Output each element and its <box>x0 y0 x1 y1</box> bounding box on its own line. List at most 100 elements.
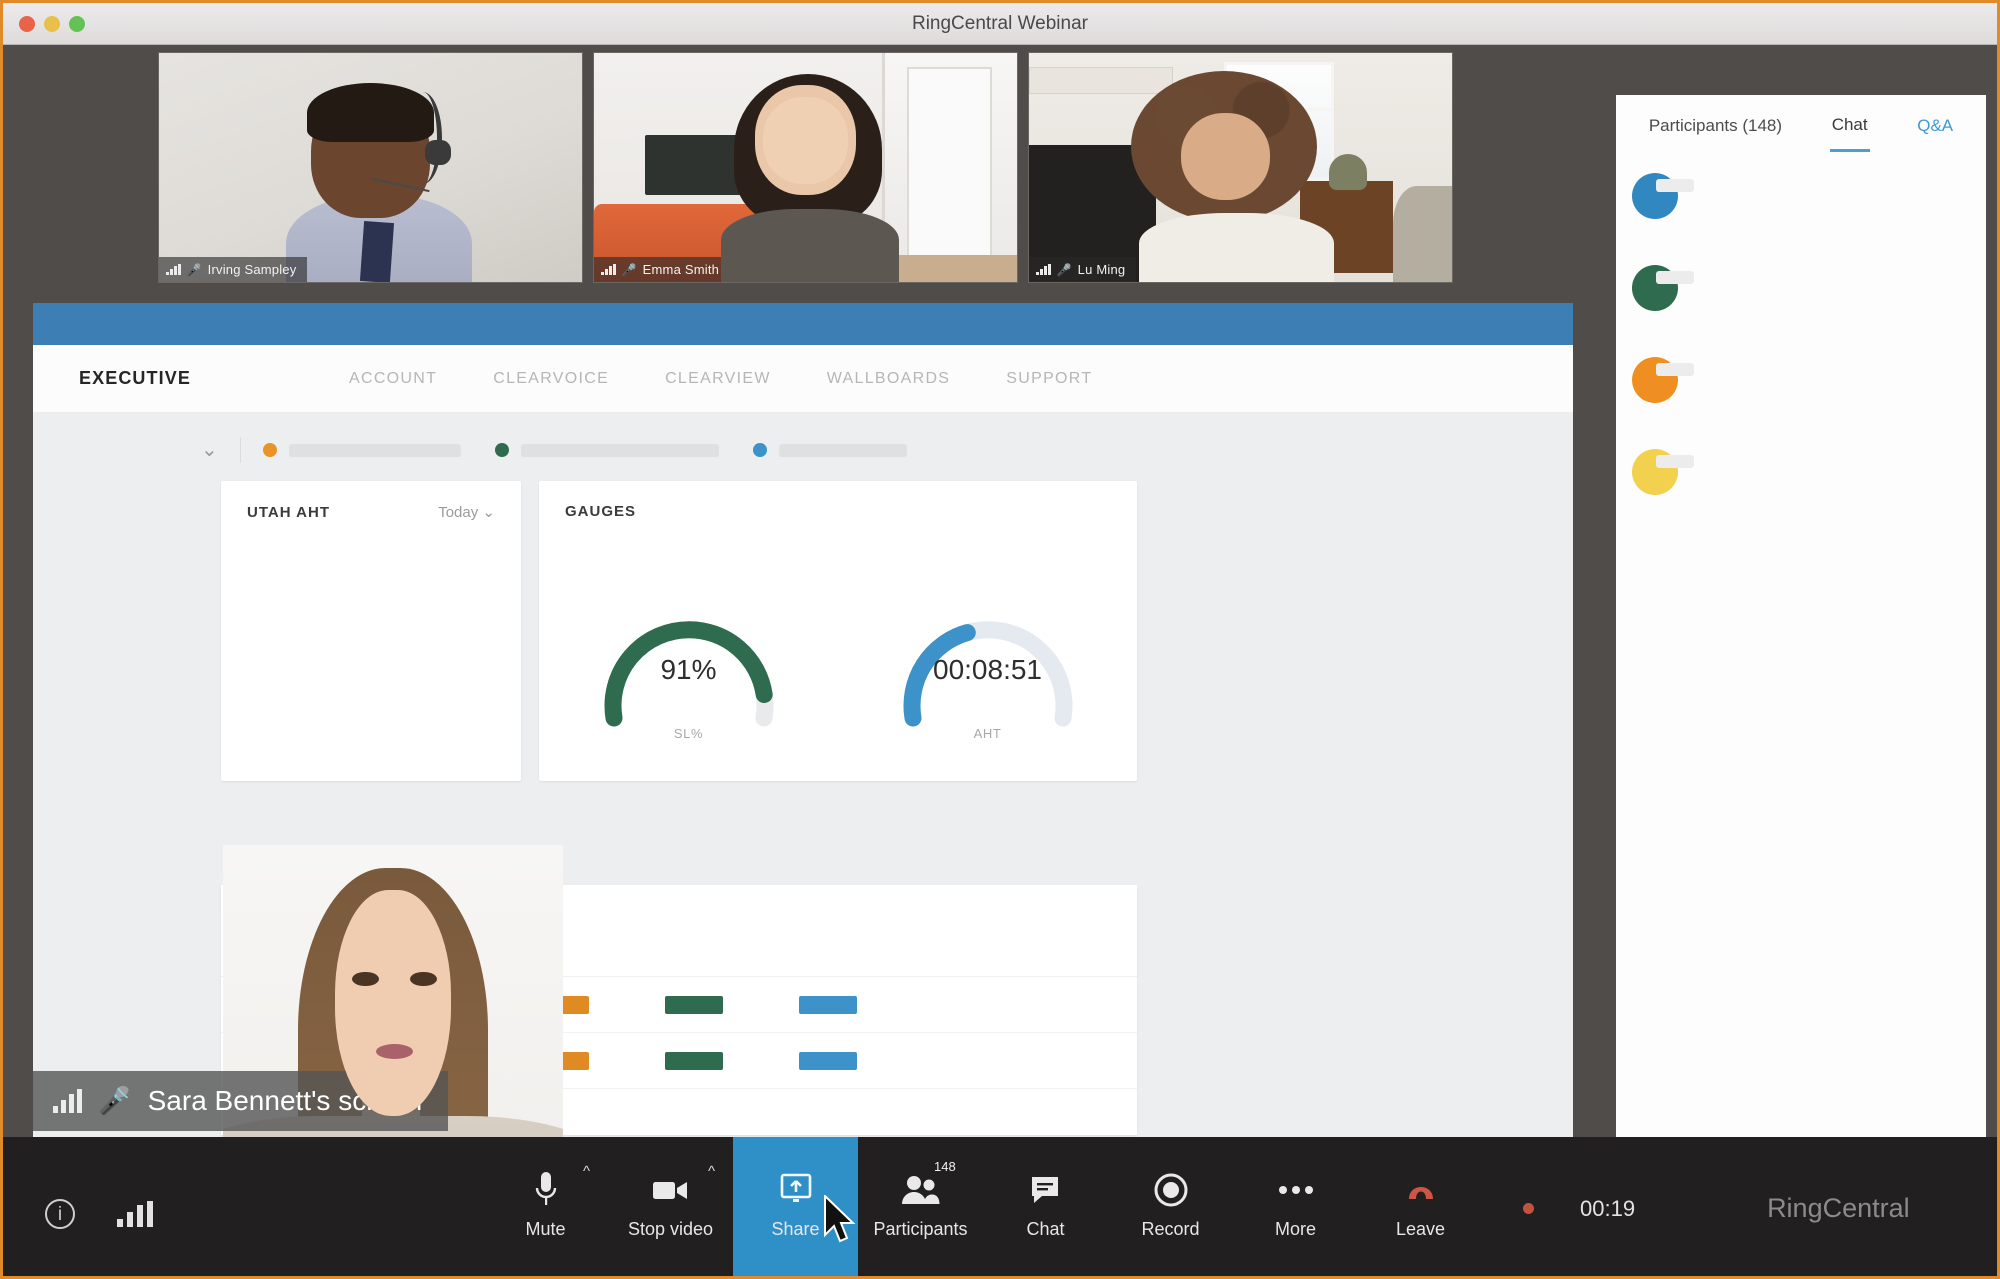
utah-aht-card[interactable]: UTAH AHT Today ⌄ <box>221 481 521 781</box>
status-pill <box>799 1051 857 1070</box>
microphone-icon <box>533 1165 559 1215</box>
participant-name: Emma Smith <box>642 262 720 277</box>
signal-bars-icon <box>601 264 616 275</box>
participant-name-badge: 🎤 Lu Ming <box>1029 257 1137 282</box>
card-title: UTAH AHT <box>247 503 330 521</box>
legend-label-placeholder <box>520 443 719 457</box>
meeting-stage: 🎤 Irving Sampley 🎤 Emma Smith 🎤 Lu Ming … <box>3 45 1997 1169</box>
participants-label: Participants <box>873 1219 968 1239</box>
legend-dot-blue <box>752 443 767 457</box>
record-label: Record <box>1141 1219 1200 1239</box>
chat-message[interactable] <box>1632 449 1970 495</box>
share-screen-icon <box>776 1165 816 1215</box>
participant-name-badge: 🎤 Irving Sampley <box>159 257 308 282</box>
status-pill <box>665 1051 723 1070</box>
info-icon[interactable]: i <box>45 1199 75 1229</box>
network-signal-icon[interactable] <box>117 1201 153 1227</box>
ellipsis-icon <box>1278 1165 1314 1215</box>
legend-dot-green <box>494 443 509 457</box>
legend-chip[interactable] <box>262 443 461 457</box>
legend-chip[interactable] <box>752 443 907 457</box>
gauge-sl: 91% SL% <box>569 542 809 741</box>
panel-tabs: Participants (148) Chat Q&A <box>1616 95 1986 155</box>
dashboard-nav: EXECUTIVE ACCOUNT CLEARVOICE CLEARVIEW W… <box>33 345 1573 413</box>
legend-label-placeholder <box>778 443 907 457</box>
chat-label: Chat <box>1026 1219 1065 1239</box>
stop-video-label: Stop video <box>627 1219 714 1239</box>
chevron-up-icon[interactable]: ^ <box>708 1163 715 1180</box>
participant-name: Lu Ming <box>1077 262 1126 277</box>
record-icon <box>1153 1165 1189 1215</box>
gauge-value-text: 00:08:51 <box>933 654 1042 685</box>
signal-bars-icon <box>53 1089 82 1113</box>
microphone-icon: 🎤 <box>1056 262 1072 277</box>
chat-button[interactable]: Chat <box>983 1137 1108 1276</box>
leave-label: Leave <box>1395 1219 1446 1239</box>
mute-button[interactable]: ^ Mute <box>483 1137 608 1276</box>
participant-name-badge: 🎤 Emma Smith <box>594 257 731 282</box>
ringcentral-webinar-window: RingCentral Webinar 🎤 Irving Sampley 🎤 E… <box>0 0 2000 1279</box>
share-label: Share <box>771 1219 820 1239</box>
ringcentral-logo: RingCentral <box>1767 1193 1910 1223</box>
video-tile[interactable]: 🎤 Lu Ming <box>1028 52 1453 283</box>
tab-qa[interactable]: Q&A <box>1915 100 1955 150</box>
participants-count-badge: 148 <box>934 1159 956 1174</box>
microphone-icon: 🎤 <box>98 1085 132 1116</box>
chat-message[interactable] <box>1632 173 1970 219</box>
dashboard-cards-row: UTAH AHT Today ⌄ GAUGES 91% SL% 00:08:51… <box>33 481 1573 781</box>
gauge-label: AHT <box>973 726 1002 741</box>
video-tile[interactable]: 🎤 Irving Sampley <box>158 52 583 283</box>
title-bar: RingCentral Webinar <box>3 3 1997 45</box>
nav-item-clearview[interactable]: CLEARVIEW <box>665 370 771 388</box>
participant-video-feed <box>1029 53 1452 282</box>
chevron-up-icon[interactable]: ^ <box>583 1163 590 1180</box>
chat-icon <box>1029 1165 1063 1215</box>
chevron-down-icon: ⌄ <box>482 504 495 521</box>
recording-indicator-icon <box>1523 1203 1534 1214</box>
dashboard-filter-legend: ⌄ <box>33 413 1573 481</box>
tab-participants[interactable]: Participants (148) <box>1647 100 1784 150</box>
gauges-container: 91% SL% 00:08:51 AHT <box>539 524 1137 741</box>
participant-video-feed <box>594 53 1017 282</box>
dashboard-header-bar <box>33 303 1573 345</box>
leave-button[interactable]: Leave <box>1358 1137 1483 1276</box>
side-panel: Participants (148) Chat Q&A <box>1616 95 1986 1167</box>
legend-chip[interactable] <box>494 443 719 457</box>
signal-bars-icon <box>166 264 181 275</box>
nav-item-clearvoice[interactable]: CLEARVOICE <box>493 370 609 388</box>
microphone-icon: 🎤 <box>621 262 637 277</box>
gauges-card[interactable]: GAUGES 91% SL% 00:08:51 AHT <box>539 481 1137 781</box>
mouse-cursor <box>823 1193 861 1252</box>
participant-name: Irving Sampley <box>207 262 297 277</box>
chevron-down-icon[interactable]: ⌄ <box>201 440 218 460</box>
chat-message[interactable] <box>1632 265 1970 311</box>
shared-screen[interactable]: EXECUTIVE ACCOUNT CLEARVOICE CLEARVIEW W… <box>33 303 1573 1169</box>
stop-video-button[interactable]: ^ Stop video <box>608 1137 733 1276</box>
nav-item-support[interactable]: SUPPORT <box>1006 370 1092 388</box>
participants-button[interactable]: 148 Participants <box>858 1137 983 1276</box>
nav-brand: EXECUTIVE <box>79 368 191 388</box>
video-tile[interactable]: 🎤 Emma Smith <box>593 52 1018 283</box>
card-period-dropdown[interactable]: Today ⌄ <box>438 503 495 521</box>
record-button[interactable]: Record <box>1108 1137 1233 1276</box>
tab-chat[interactable]: Chat <box>1829 99 1870 152</box>
meeting-timer: 00:19 <box>1580 1195 1636 1221</box>
chat-message-list[interactable] <box>1616 155 1986 495</box>
nav-item-account[interactable]: ACCOUNT <box>349 370 437 388</box>
camera-icon <box>651 1165 691 1215</box>
more-button[interactable]: More <box>1233 1137 1358 1276</box>
microphone-icon: 🎤 <box>186 262 202 277</box>
gauge-aht: 00:08:51 AHT <box>868 542 1108 741</box>
divider <box>239 437 241 463</box>
mute-label: Mute <box>525 1219 566 1239</box>
dashboard-body: ⌄ UTAH AHT Today ⌄ GAUGES 91% SL% 00:08:… <box>33 413 1573 1169</box>
meeting-toolbar: i ^ Mute ^ Stop video Share 148 Particip… <box>3 1137 1997 1276</box>
card-title: GAUGES <box>565 503 637 520</box>
window-title: RingCentral Webinar <box>911 12 1088 34</box>
nav-item-wallboards[interactable]: WALLBOARDS <box>827 370 951 388</box>
status-pill <box>799 995 857 1014</box>
card-period-value: Today <box>438 504 479 521</box>
chat-message[interactable] <box>1632 357 1970 403</box>
signal-bars-icon <box>1036 264 1051 275</box>
video-thumbnail-strip: 🎤 Irving Sampley 🎤 Emma Smith 🎤 Lu Ming <box>158 52 1453 283</box>
